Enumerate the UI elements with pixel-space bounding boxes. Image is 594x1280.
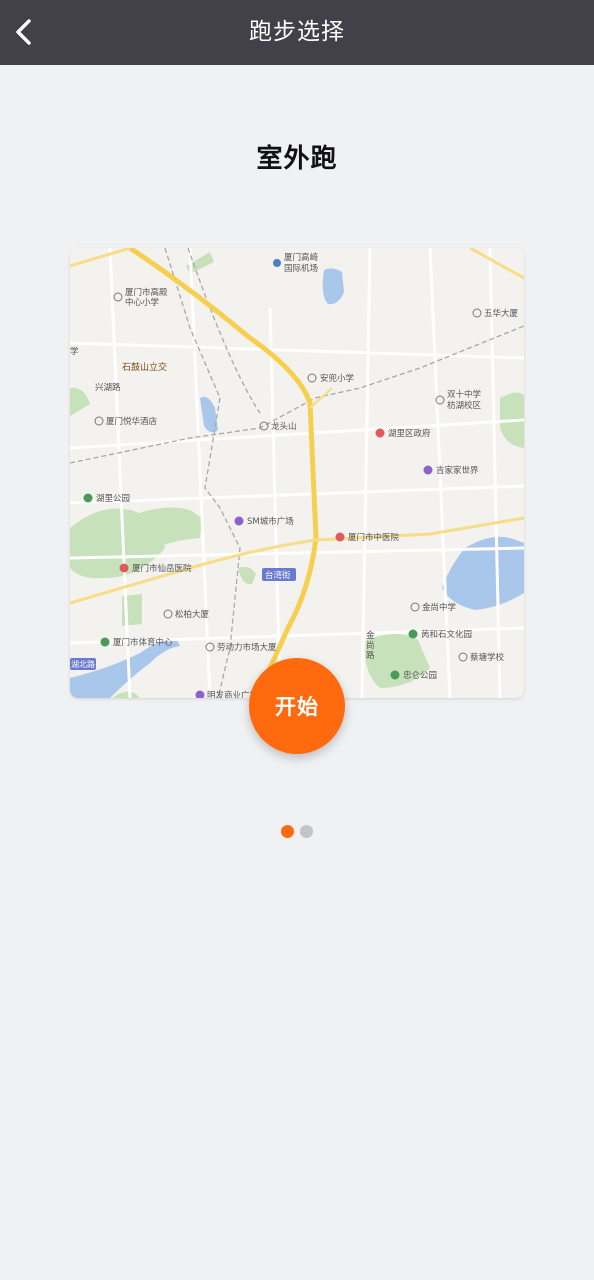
run-mode-title: 室外跑 — [256, 144, 338, 174]
svg-text:湖里区政府: 湖里区政府 — [388, 428, 431, 439]
page-indicator — [279, 825, 319, 839]
start-button-label: 开始 — [275, 695, 319, 719]
svg-text:石鼓山立交: 石鼓山立交 — [122, 361, 167, 373]
svg-text:金: 金 — [366, 630, 375, 641]
page-dot-active[interactable] — [281, 825, 294, 838]
svg-text:兴湖路: 兴湖路 — [95, 382, 121, 393]
svg-text:厦门市仙岳医院: 厦门市仙岳医院 — [132, 563, 192, 574]
page-title: 跑步选择 — [249, 19, 345, 45]
svg-text:国际机场: 国际机场 — [284, 263, 318, 274]
svg-text:双十中学: 双十中学 — [447, 389, 482, 400]
svg-text:厦门悦华酒店: 厦门悦华酒店 — [106, 416, 158, 427]
svg-text:龙头山: 龙头山 — [271, 421, 297, 432]
svg-text:厦门市中医院: 厦门市中医院 — [348, 532, 400, 543]
svg-text:苪和石文化园: 苪和石文化园 — [421, 629, 472, 640]
svg-text:忠仑公园: 忠仑公园 — [403, 670, 437, 681]
start-button[interactable]: 开始 — [249, 658, 345, 754]
svg-text:湖里公园: 湖里公园 — [96, 494, 130, 504]
svg-text:劳动力市场大厦: 劳动力市场大厦 — [217, 642, 277, 653]
svg-text:厦门市高殿: 厦门市高殿 — [125, 287, 168, 298]
svg-text:厦门市体育中心: 厦门市体育中心 — [113, 637, 173, 648]
map-card[interactable]: 厦门高崎 国际机场 厦门市高殿 中心小学 五华大厦 学 石鼓山立交 兴湖路 安兜… — [70, 248, 524, 698]
svg-text:尚: 尚 — [366, 640, 375, 651]
svg-text:路: 路 — [366, 650, 375, 661]
svg-text:五华大厦: 五华大厦 — [484, 308, 519, 319]
svg-text:学: 学 — [70, 346, 79, 357]
svg-text:湖北路: 湖北路 — [71, 659, 95, 669]
svg-text:SM城市广场: SM城市广场 — [247, 516, 294, 527]
svg-text:蔡塘学校: 蔡塘学校 — [470, 652, 505, 663]
map-thumbnail: 厦门高崎 国际机场 厦门市高殿 中心小学 五华大厦 学 石鼓山立交 兴湖路 安兜… — [70, 248, 524, 698]
svg-text:吉家家世界: 吉家家世界 — [436, 465, 479, 476]
top-navigation-bar: 跑步选择 — [0, 0, 594, 65]
svg-text:台湾街: 台湾街 — [265, 570, 291, 581]
svg-text:枋湖校区: 枋湖校区 — [447, 400, 482, 411]
page-dot-inactive[interactable] — [300, 825, 313, 838]
svg-text:松柏大厦: 松柏大厦 — [175, 609, 210, 620]
svg-text:安兜小学: 安兜小学 — [320, 373, 355, 384]
svg-text:厦门高崎: 厦门高崎 — [284, 252, 319, 263]
svg-text:中心小学: 中心小学 — [125, 297, 160, 308]
svg-text:金尚中学: 金尚中学 — [422, 602, 457, 613]
